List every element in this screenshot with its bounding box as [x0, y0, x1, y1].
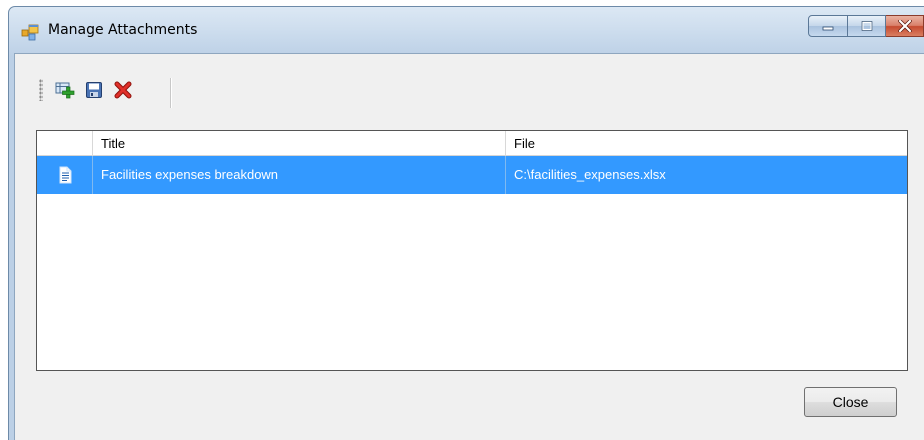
toolbar-separator [170, 78, 171, 108]
add-attachment-button[interactable] [53, 78, 77, 102]
manage-attachments-window: Manage Attachments Title File Facilities… [8, 6, 924, 440]
minimize-icon [822, 26, 834, 31]
app-window-icon [21, 24, 39, 42]
close-button[interactable]: Close [804, 387, 897, 417]
column-header-icon[interactable] [37, 131, 93, 156]
maximize-button[interactable] [848, 15, 886, 37]
save-attachment-button[interactable] [82, 78, 106, 102]
row-icon-cell[interactable] [37, 156, 93, 194]
column-header-title[interactable]: Title [93, 131, 506, 156]
document-icon [59, 166, 71, 184]
delete-icon [114, 81, 132, 99]
caption-buttons [808, 15, 924, 37]
delete-attachment-button[interactable] [111, 78, 135, 102]
save-icon [86, 82, 102, 98]
window-title: Manage Attachments [48, 22, 198, 38]
title-bar[interactable]: Manage Attachments [9, 7, 924, 53]
column-header-file[interactable]: File [506, 131, 907, 156]
maximize-icon [861, 21, 872, 31]
close-icon [897, 20, 912, 32]
minimize-button[interactable] [808, 15, 848, 37]
close-window-button[interactable] [886, 15, 924, 37]
row-title-cell[interactable]: Facilities expenses breakdown [93, 156, 506, 194]
table-row[interactable]: Facilities expenses breakdown C:\facilit… [37, 156, 907, 194]
toolbar [39, 70, 171, 110]
toolbar-grip[interactable] [39, 79, 43, 101]
client-area: Title File Facilities expenses breakdown… [14, 53, 924, 440]
row-file-cell[interactable]: C:\facilities_expenses.xlsx [506, 156, 907, 194]
add-icon [55, 82, 75, 99]
attachments-grid[interactable]: Title File Facilities expenses breakdown… [36, 130, 908, 371]
grid-header: Title File [37, 131, 907, 156]
